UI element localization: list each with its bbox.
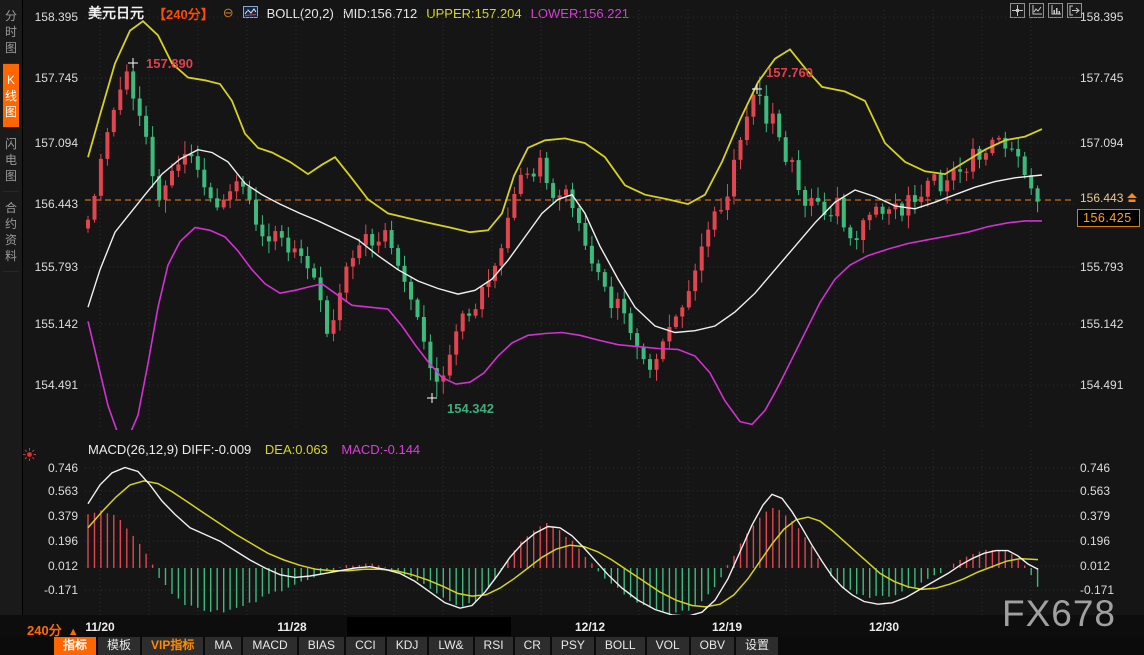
tab-KDJ[interactable]: KDJ	[387, 637, 428, 655]
macd-chart[interactable]	[85, 450, 1075, 618]
reference-price-label: 156.443	[1080, 191, 1123, 205]
candlestick-chart[interactable]: 157.890 157.760 154.342	[85, 10, 1075, 430]
svg-text:154.342: 154.342	[447, 401, 494, 416]
tab-OBV[interactable]: OBV	[691, 637, 734, 655]
tab-MACD[interactable]: MACD	[243, 637, 296, 655]
annotation-high-2: 157.760	[752, 65, 813, 94]
tab-BIAS[interactable]: BIAS	[299, 637, 344, 655]
macd-axis-left-4: 0.012	[30, 559, 78, 573]
price-axis-right-5: 155.142	[1080, 317, 1123, 331]
date-label-0: 11/20	[85, 620, 114, 634]
price-axis-left-6: 154.491	[30, 378, 78, 392]
macd-axis-right-4: 0.012	[1080, 559, 1110, 573]
sidebar-item-2[interactable]: 闪电图	[3, 128, 19, 192]
xaxis-strip	[0, 615, 1144, 637]
macd-title-diff: MACD(26,12,9) DIFF:-0.009	[88, 442, 251, 457]
sidebar-item-3[interactable]: 合约资料	[3, 192, 19, 272]
macd-axis-left-3: 0.196	[30, 534, 78, 548]
price-axis-left-0: 158.395	[30, 10, 78, 24]
tab-RSI[interactable]: RSI	[475, 637, 513, 655]
chart-type-sidebar: 分时图K线图闪电图合约资料	[0, 0, 23, 637]
svg-text:157.760: 157.760	[766, 65, 813, 80]
tab-CCI[interactable]: CCI	[346, 637, 385, 655]
tab-VIP指标[interactable]: VIP指标	[142, 637, 203, 655]
tab-VOL[interactable]: VOL	[647, 637, 689, 655]
price-axis-right-6: 154.491	[1080, 378, 1123, 392]
tab-PSY[interactable]: PSY	[552, 637, 594, 655]
sidebar-item-0[interactable]: 分时图	[3, 0, 19, 64]
macd-axis-left-1: 0.563	[30, 484, 78, 498]
macd-axis-right-0: 0.746	[1080, 461, 1110, 475]
date-label-1: 11/28	[277, 620, 306, 634]
macd-header: MACD(26,12,9) DIFF:-0.009 DEA:0.063 MACD…	[88, 442, 420, 457]
watermark: FX678	[1002, 593, 1116, 635]
tab-CR[interactable]: CR	[515, 637, 550, 655]
period-selector-label: 240分	[27, 623, 62, 638]
price-axis-left-5: 155.142	[30, 317, 78, 331]
tabbar-spacer	[0, 637, 54, 655]
tab-LW&[interactable]: LW&	[429, 637, 472, 655]
macd-axis-right-3: 0.196	[1080, 534, 1110, 548]
price-marker-icon	[1126, 191, 1138, 209]
tab-模板[interactable]: 模板	[98, 637, 140, 655]
sidebar-item-1[interactable]: K线图	[3, 64, 19, 128]
tab-MA[interactable]: MA	[205, 637, 241, 655]
tab-BOLL[interactable]: BOLL	[596, 637, 645, 655]
macd-dea-value: DEA:0.063	[265, 442, 328, 457]
tab-指标[interactable]: 指标	[54, 637, 96, 655]
date-label-3: 12/19	[712, 620, 742, 634]
macd-axis-right-2: 0.379	[1080, 509, 1110, 523]
price-axis-right-2: 157.094	[1080, 136, 1123, 150]
macd-macd-value: MACD:-0.144	[341, 442, 420, 457]
annotation-high-1: 157.890	[128, 56, 193, 71]
tab-设置[interactable]: 设置	[736, 637, 778, 655]
date-label-2: 12/12	[575, 620, 605, 634]
price-axis-left-3: 156.443	[30, 197, 78, 211]
macd-axis-right-1: 0.563	[1080, 484, 1110, 498]
macd-axis-left-2: 0.379	[30, 509, 78, 523]
macd-axis-left-5: -0.171	[30, 583, 78, 597]
price-axis-left-4: 155.793	[30, 260, 78, 274]
redacted-label	[347, 617, 511, 636]
svg-text:157.890: 157.890	[146, 56, 193, 71]
date-label-4: 12/30	[869, 620, 899, 634]
indicator-tabbar: 指标模板VIP指标MAMACDBIASCCIKDJLW&RSICRPSYBOLL…	[0, 637, 1144, 655]
current-price-box: 156.425	[1077, 209, 1140, 227]
macd-axis-right-5: -0.171	[1080, 583, 1114, 597]
price-axis-right-0: 158.395	[1080, 10, 1123, 24]
price-axis-right-4: 155.793	[1080, 260, 1123, 274]
trading-app-window: 分时图K线图闪电图合约资料 美元日元 【240分】 ⊖ BOLL(20,2) M…	[0, 0, 1144, 655]
macd-axis-left-0: 0.746	[30, 461, 78, 475]
price-axis-right-1: 157.745	[1080, 71, 1123, 85]
price-axis-left-2: 157.094	[30, 136, 78, 150]
price-axis-left-1: 157.745	[30, 71, 78, 85]
